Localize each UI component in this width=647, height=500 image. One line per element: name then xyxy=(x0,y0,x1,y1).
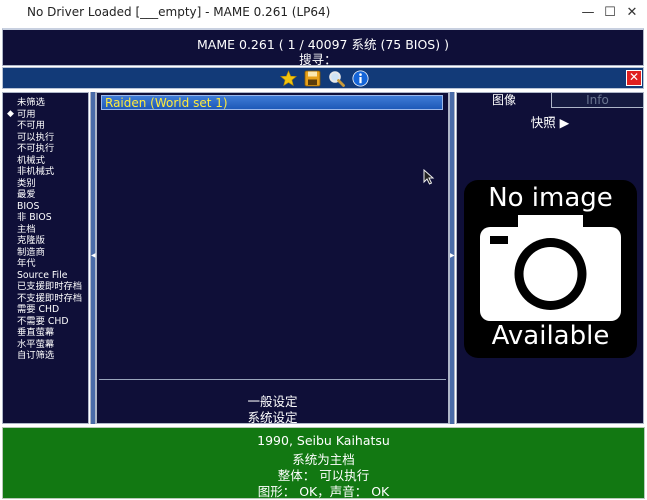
window-title: No Driver Loaded [___empty] - MAME 0.261… xyxy=(27,5,331,19)
game-list-panel: Raiden (World set 1) 一般设定 系统设定 xyxy=(96,92,449,426)
filter-item-label: 水平萤幕 xyxy=(17,338,55,350)
toolbar: ✕ xyxy=(2,67,644,89)
tab-image[interactable]: 图像 xyxy=(457,93,551,108)
filter-list: 未筛选 ◆ 可用 不可用 可以执行 不可执行 机械式 非机械式 类别 最爱 BIOS 非 BIOS 主档… xyxy=(7,97,82,362)
filter-item-label: 垂直萤幕 xyxy=(17,327,55,338)
filter-item[interactable]: 不可执行 xyxy=(7,143,82,155)
filter-item[interactable]: 水平萤幕 xyxy=(7,339,82,351)
system-settings-menu-item[interactable]: 系统设定 xyxy=(97,407,448,426)
toolbar-close-button[interactable]: ✕ xyxy=(626,70,642,86)
divider xyxy=(99,379,446,380)
search-icon[interactable] xyxy=(328,70,345,87)
search-field[interactable]: 搜寻： _ xyxy=(3,49,643,68)
minimize-button[interactable]: — xyxy=(578,3,598,23)
filter-item-label: 类别 xyxy=(17,177,36,189)
filter-item-label: 不可用 xyxy=(17,120,45,131)
filter-item[interactable]: 已支援即时存档 xyxy=(7,281,82,293)
header-panel: MAME 0.261 ( 1 / 40097 系统 (75 BIOS) ) 搜寻… xyxy=(2,28,644,68)
filter-item[interactable]: 可以执行 xyxy=(7,132,82,144)
status-year-manufacturer: 1990, Seibu Kaihatsu xyxy=(257,433,390,448)
filter-item[interactable]: 不支援即时存档 xyxy=(7,293,82,305)
filter-item-label: 制造商 xyxy=(17,246,45,258)
right-splitter[interactable]: ▶ xyxy=(449,92,455,424)
game-list: Raiden (World set 1) xyxy=(101,95,443,110)
filter-item-label: 克隆版 xyxy=(17,235,45,246)
mame-ui: MAME 0.261 ( 1 / 40097 系统 (75 BIOS) ) 搜寻… xyxy=(0,26,647,500)
game-list-item[interactable]: Raiden (World set 1) xyxy=(101,95,443,110)
filter-item-label: 可以执行 xyxy=(17,131,55,143)
no-image-text: No image xyxy=(488,183,613,213)
filter-item[interactable]: 不可用 xyxy=(7,120,82,132)
filter-item-label: 未筛选 xyxy=(17,97,45,108)
filter-item-label: 不可执行 xyxy=(17,143,55,154)
filter-item-label: Source File xyxy=(17,269,68,281)
filter-item-label: 需要 CHD xyxy=(17,304,60,315)
filter-item[interactable]: 主档 xyxy=(7,224,82,236)
camera-icon xyxy=(480,215,621,321)
image-panel: 图像 Info 快照 ▶ No image Available xyxy=(456,92,644,424)
filter-item-label: 已支援即时存档 xyxy=(17,281,83,292)
filter-item-label: 最爱 xyxy=(17,189,36,200)
status-graphics-sound: 图形： OK，声音： OK xyxy=(257,484,390,499)
filter-item[interactable]: Source File xyxy=(7,270,82,282)
filter-item-label: 不需要 CHD xyxy=(17,315,69,327)
filter-item[interactable]: ◆ 可用 xyxy=(7,109,82,121)
mouse-pointer-icon xyxy=(423,169,435,185)
filter-item[interactable]: 克隆版 xyxy=(7,235,82,247)
no-image-placeholder: No image Available xyxy=(464,180,637,358)
filter-item[interactable]: 非 BIOS xyxy=(7,212,82,224)
available-text: Available xyxy=(491,321,610,351)
filter-item-label: 自订筛选 xyxy=(17,350,55,361)
filter-item[interactable]: 自订筛选 xyxy=(7,350,82,362)
filter-item[interactable]: 未筛选 xyxy=(7,97,82,109)
collapse-left-arrow-icon[interactable]: ◀ xyxy=(91,252,96,259)
filter-item-label: BIOS xyxy=(17,200,40,212)
filter-item[interactable]: 最爱 xyxy=(7,189,82,201)
filter-item[interactable]: 制造商 xyxy=(7,247,82,259)
filter-item-label: 机械式 xyxy=(17,154,45,166)
status-bar: 1990, Seibu Kaihatsu 系统为主档 整体： 可以执行 图形： … xyxy=(2,427,645,499)
selected-marker-icon: ◆ xyxy=(7,108,14,119)
filter-item-label: 不支援即时存档 xyxy=(17,292,83,304)
window-titlebar: No Driver Loaded [___empty] - MAME 0.261… xyxy=(0,0,647,26)
filter-item[interactable]: 非机械式 xyxy=(7,166,82,178)
filter-item[interactable]: BIOS xyxy=(7,201,82,213)
filter-item[interactable]: 类别 xyxy=(7,178,82,190)
filter-item[interactable]: 机械式 xyxy=(7,155,82,167)
filter-item[interactable]: 不需要 CHD xyxy=(7,316,82,328)
window-close-button[interactable]: ✕ xyxy=(622,3,642,23)
filter-item-label: 主档 xyxy=(17,223,36,235)
filter-item-label: 可用 xyxy=(17,108,36,120)
info-icon[interactable] xyxy=(352,70,369,87)
filter-item-label: 年代 xyxy=(17,258,36,269)
snapshot-selector[interactable]: 快照 ▶ xyxy=(457,112,643,131)
filter-panel: 未筛选 ◆ 可用 不可用 可以执行 不可执行 机械式 非机械式 类别 最爱 BIOS 非 BIOS 主档… xyxy=(2,92,89,424)
star-icon[interactable] xyxy=(280,70,297,87)
collapse-right-arrow-icon[interactable]: ▶ xyxy=(450,252,455,259)
tab-info[interactable]: Info xyxy=(551,93,643,108)
save-icon[interactable] xyxy=(304,70,321,87)
maximize-button[interactable]: ☐ xyxy=(600,3,620,23)
filter-item[interactable]: 需要 CHD xyxy=(7,304,82,316)
filter-item-label: 非机械式 xyxy=(17,166,55,177)
filter-item[interactable]: 年代 xyxy=(7,258,82,270)
filter-item[interactable]: 垂直萤幕 xyxy=(7,327,82,339)
filter-item-label: 非 BIOS xyxy=(17,212,52,223)
